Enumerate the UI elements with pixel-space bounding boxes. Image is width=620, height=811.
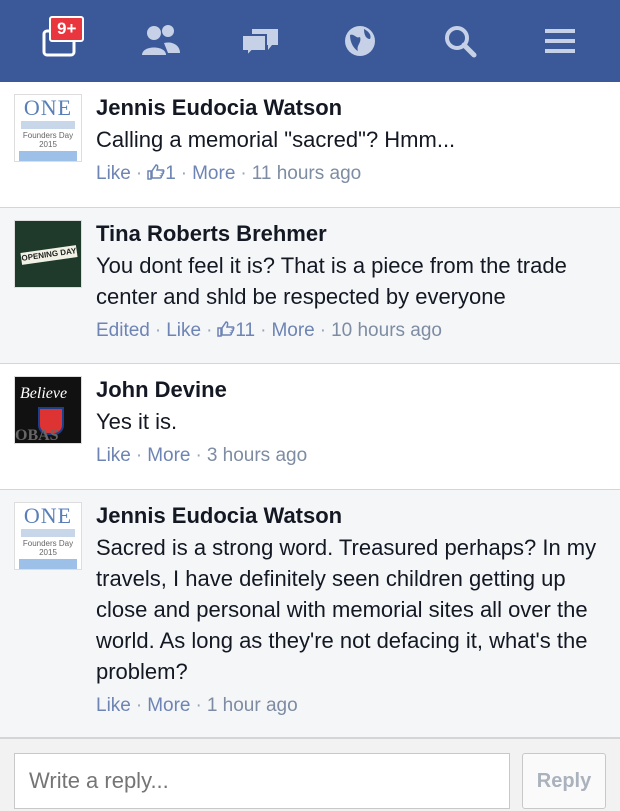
avatar[interactable]: ONE Founders Day 2015 bbox=[14, 94, 82, 162]
avatar-subtext: Founders Day 2015 bbox=[22, 131, 74, 149]
more-link[interactable]: More bbox=[192, 163, 235, 184]
notifications-button[interactable]: 9+ bbox=[30, 11, 90, 71]
thumbs-up-icon bbox=[217, 321, 235, 337]
messages-icon bbox=[241, 29, 278, 59]
avatar-text-top: Believe bbox=[20, 385, 68, 402]
comment-item: ONE Founders Day 2015 Jennis Eudocia Wat… bbox=[0, 82, 620, 208]
comment-text: You dont feel it is? That is a piece fro… bbox=[96, 253, 567, 309]
comment-meta: Edited · Like · 11 · More · 10 hours ago bbox=[96, 320, 442, 341]
comment-item: ONE Founders Day 2015 Jennis Eudocia Wat… bbox=[0, 490, 620, 738]
like-count[interactable]: 1 bbox=[165, 163, 176, 184]
avatar-logo-text: ONE bbox=[23, 503, 73, 528]
more-link[interactable]: More bbox=[147, 445, 190, 466]
comment-meta: Like · 1 · More · 11 hours ago bbox=[96, 163, 362, 184]
avatar[interactable]: Believe OBAS bbox=[14, 376, 82, 444]
like-link[interactable]: Like bbox=[96, 163, 131, 184]
more-link[interactable]: More bbox=[147, 695, 190, 716]
comment-item: OPENING DAY Tina Roberts Brehmer You don… bbox=[0, 208, 620, 364]
search-icon bbox=[445, 26, 477, 58]
search-button[interactable] bbox=[430, 11, 490, 71]
comment-timestamp: 11 hours ago bbox=[251, 163, 362, 184]
menu-icon bbox=[545, 29, 575, 53]
friends-button[interactable] bbox=[130, 11, 190, 71]
messages-button[interactable] bbox=[230, 11, 290, 71]
comment-text: Sacred is a strong word. Treasured perha… bbox=[96, 535, 597, 684]
thumbs-up-icon bbox=[147, 164, 165, 180]
like-link[interactable]: Like bbox=[96, 445, 131, 466]
reply-bar: Reply bbox=[0, 738, 620, 811]
comment-author[interactable]: Jennis Eudocia Watson bbox=[96, 94, 610, 122]
comment-author[interactable]: John Devine bbox=[96, 376, 610, 404]
globe-icon bbox=[345, 26, 375, 56]
avatar[interactable]: ONE Founders Day 2015 bbox=[14, 502, 82, 570]
edited-link[interactable]: Edited bbox=[96, 320, 150, 341]
notification-badge: 9+ bbox=[49, 16, 85, 42]
comment-author[interactable]: Tina Roberts Brehmer bbox=[96, 220, 610, 248]
avatar-logo-text: ONE bbox=[23, 95, 73, 120]
comment-timestamp: 3 hours ago bbox=[206, 445, 308, 466]
comment-timestamp: 10 hours ago bbox=[331, 320, 442, 341]
like-link[interactable]: Like bbox=[166, 320, 201, 341]
reply-input[interactable] bbox=[14, 753, 510, 809]
comment-text: Calling a memorial "sacred"? Hmm... bbox=[96, 127, 456, 152]
comment-text: Yes it is. bbox=[96, 409, 178, 434]
like-count[interactable]: 11 bbox=[235, 320, 255, 341]
menu-button[interactable] bbox=[530, 11, 590, 71]
avatar-text-bottom: OBAS bbox=[15, 427, 59, 444]
comment-meta: Like · More · 3 hours ago bbox=[96, 445, 308, 466]
reply-button[interactable]: Reply bbox=[522, 753, 606, 809]
avatar[interactable]: OPENING DAY bbox=[14, 220, 82, 288]
top-navigation-bar: 9+ bbox=[0, 0, 620, 82]
avatar-label: OPENING DAY bbox=[20, 245, 78, 265]
more-link[interactable]: More bbox=[271, 320, 314, 341]
friends-icon bbox=[142, 25, 180, 55]
like-link[interactable]: Like bbox=[96, 695, 131, 716]
comment-author[interactable]: Jennis Eudocia Watson bbox=[96, 502, 610, 530]
globe-button[interactable] bbox=[330, 11, 390, 71]
comment-timestamp: 1 hour ago bbox=[206, 695, 298, 716]
avatar-subtext: Founders Day 2015 bbox=[22, 539, 74, 557]
comment-item: Believe OBAS John Devine Yes it is. Like… bbox=[0, 364, 620, 490]
comment-list: ONE Founders Day 2015 Jennis Eudocia Wat… bbox=[0, 82, 620, 738]
comment-meta: Like · More · 1 hour ago bbox=[96, 695, 298, 716]
